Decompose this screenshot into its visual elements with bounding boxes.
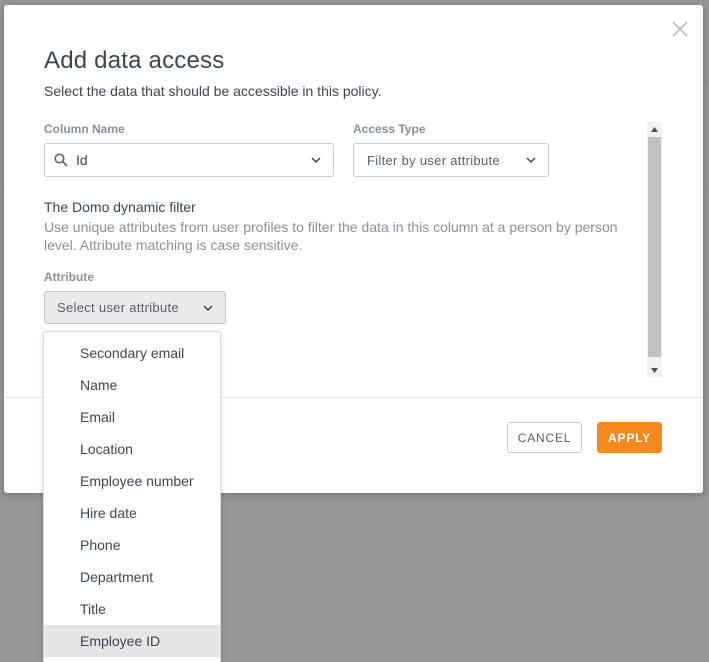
dropdown-item-employee-id[interactable]: Employee ID [44, 625, 220, 657]
chevron-down-icon [311, 157, 321, 163]
attribute-dropdown-menu: Secondary email Name Email Location Empl… [43, 331, 221, 662]
background-divider [703, 80, 709, 81]
close-button[interactable] [671, 20, 689, 38]
dialog-title: Add data access [44, 47, 225, 74]
scrollbar[interactable] [647, 122, 662, 377]
access-type-label: Access Type [353, 122, 426, 136]
dropdown-item-phone[interactable]: Phone [44, 529, 220, 561]
chevron-down-icon [526, 157, 536, 163]
access-type-select[interactable]: Filter by user attribute [353, 143, 549, 177]
dropdown-item-employee-number[interactable]: Employee number [44, 465, 220, 497]
search-icon [54, 153, 68, 167]
triangle-up-icon [651, 126, 658, 132]
apply-button[interactable]: APPLY [597, 422, 662, 453]
chevron-down-icon [203, 304, 213, 311]
dropdown-item-secondary-email[interactable]: Secondary email [44, 337, 220, 369]
filter-description: Use unique attributes from user profiles… [44, 219, 618, 253]
attribute-select[interactable]: Select user attribute [44, 291, 226, 324]
attribute-label: Attribute [44, 270, 94, 284]
scroll-up-arrow[interactable] [647, 122, 662, 136]
scrollbar-thumb[interactable] [648, 137, 661, 357]
access-type-value: Filter by user attribute [367, 152, 500, 168]
cancel-button[interactable]: CANCEL [507, 422, 582, 453]
dropdown-item-department[interactable]: Department [44, 561, 220, 593]
background-divider [703, 188, 709, 189]
dropdown-item-name[interactable]: Name [44, 369, 220, 401]
column-name-select[interactable]: Id [44, 143, 334, 177]
dropdown-item-location[interactable]: Location [44, 433, 220, 465]
triangle-down-icon [651, 367, 658, 373]
close-icon [672, 21, 688, 37]
dialog-subtitle: Select the data that should be accessibl… [44, 83, 382, 99]
background-divider [703, 315, 709, 316]
column-name-value: Id [76, 152, 88, 168]
scroll-down-arrow[interactable] [647, 363, 662, 377]
attribute-placeholder: Select user attribute [57, 300, 179, 315]
dropdown-item-hire-date[interactable]: Hire date [44, 497, 220, 529]
column-name-label: Column Name [44, 122, 125, 136]
dropdown-item-email[interactable]: Email [44, 401, 220, 433]
filter-title: The Domo dynamic filter [44, 199, 196, 215]
dropdown-item-title[interactable]: Title [44, 593, 220, 625]
